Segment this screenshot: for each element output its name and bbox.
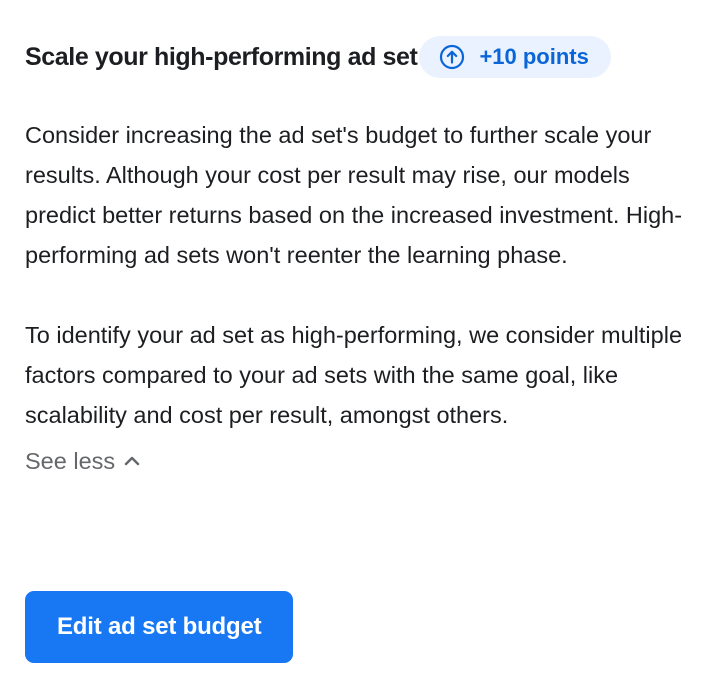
recommendation-header: Scale your high-performing ad set +10 po… <box>25 35 685 79</box>
see-less-toggle[interactable]: See less <box>25 443 141 479</box>
description-paragraph: To identify your ad set as high-performi… <box>25 322 683 428</box>
recommendation-description: Consider increasing the ad set's budget … <box>25 115 685 435</box>
points-badge-label: +10 points <box>479 44 589 69</box>
recommendation-card: Scale your high-performing ad set +10 po… <box>25 35 685 663</box>
chevron-up-icon <box>123 452 141 470</box>
edit-ad-set-budget-button[interactable]: Edit ad set budget <box>25 591 294 663</box>
points-badge: +10 points <box>419 36 611 78</box>
description-paragraph: Consider increasing the ad set's budget … <box>25 122 683 268</box>
arrow-up-circle-icon <box>439 44 465 70</box>
recommendation-title: Scale your high-performing ad set <box>25 42 418 71</box>
see-less-label: See less <box>25 448 116 474</box>
